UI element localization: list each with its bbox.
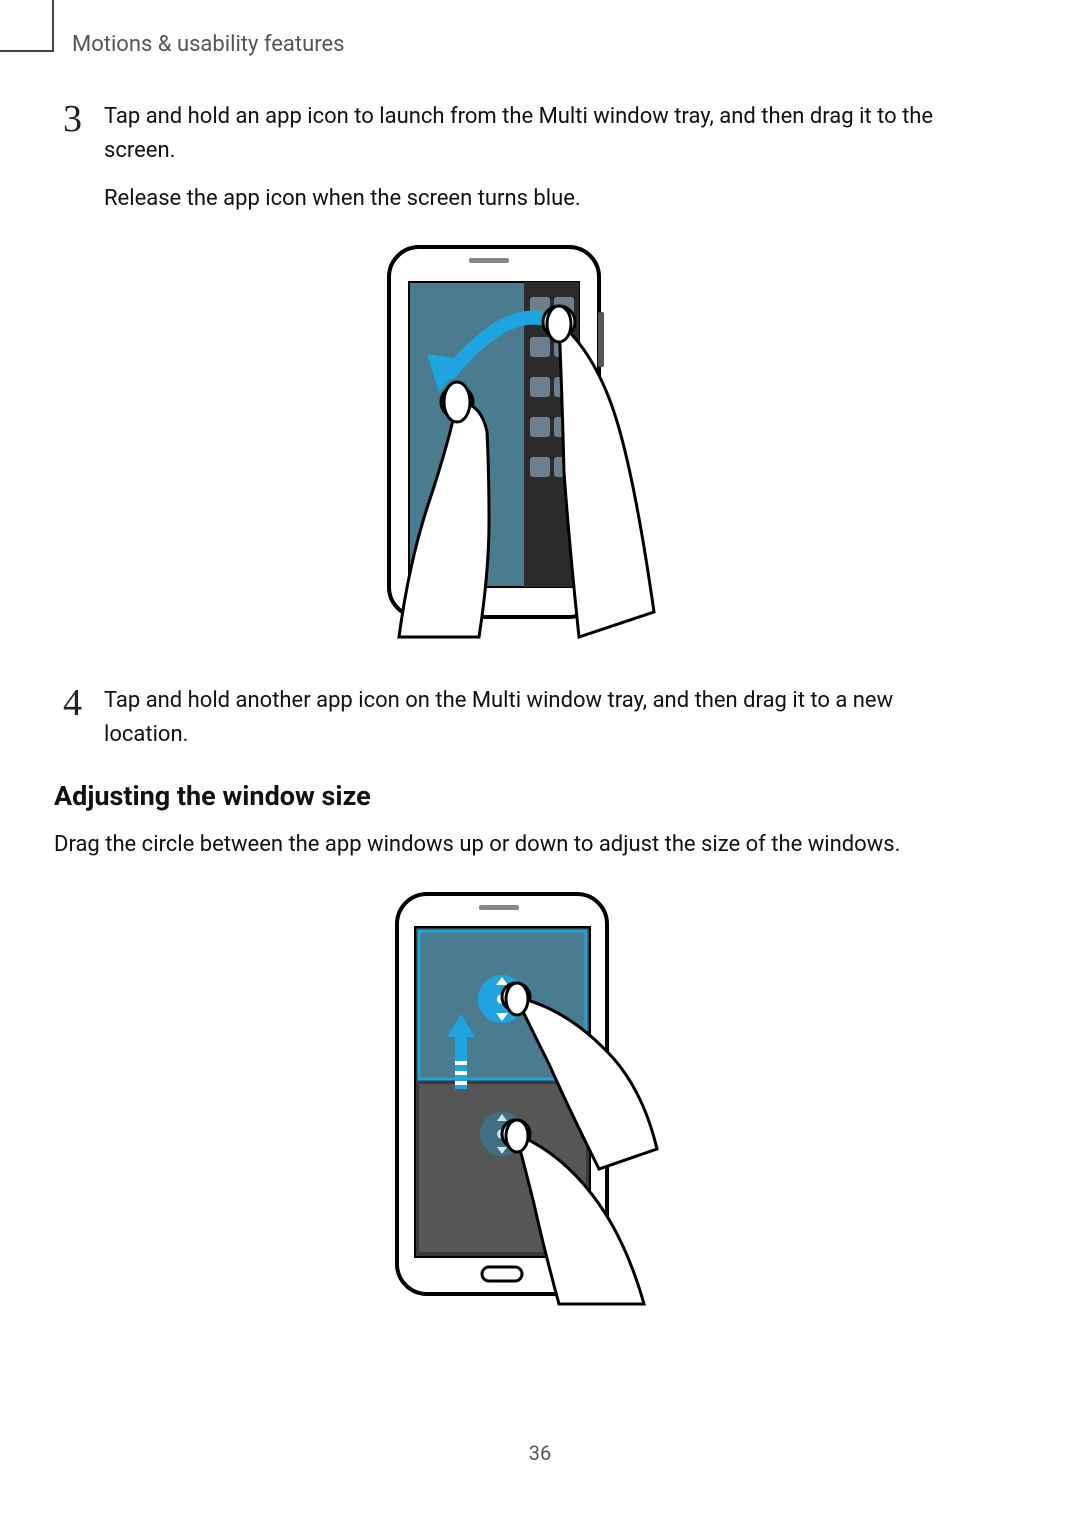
step-3-para-2: Release the app icon when the screen tur… [104, 182, 974, 216]
page-content: 3 Tap and hold an app icon to launch fro… [54, 100, 974, 1351]
step-3-para-1: Tap and hold an app icon to launch from … [104, 100, 974, 168]
step-4-para-1: Tap and hold another app icon on the Mul… [104, 684, 974, 752]
figure-adjust-window-size [54, 889, 974, 1309]
illustration-multiwindow-drag [369, 242, 659, 642]
illustration-resize-windows [369, 889, 659, 1309]
page-number: 36 [0, 1441, 1080, 1465]
body-text: Drag the circle between the app windows … [54, 828, 974, 862]
header-rule-vertical [52, 0, 54, 52]
step-number: 3 [54, 100, 82, 138]
step-text: Tap and hold another app icon on the Mul… [104, 684, 974, 752]
step-3: 3 Tap and hold an app icon to launch fro… [54, 100, 974, 216]
step-4: 4 Tap and hold another app icon on the M… [54, 684, 974, 752]
figure-drag-app-icon [54, 242, 974, 642]
breadcrumb: Motions & usability features [72, 32, 345, 57]
header-rule-horizontal [0, 50, 54, 52]
subheading-adjusting-window-size: Adjusting the window size [54, 780, 974, 812]
step-text: Tap and hold an app icon to launch from … [104, 100, 974, 216]
step-number: 4 [54, 684, 82, 722]
